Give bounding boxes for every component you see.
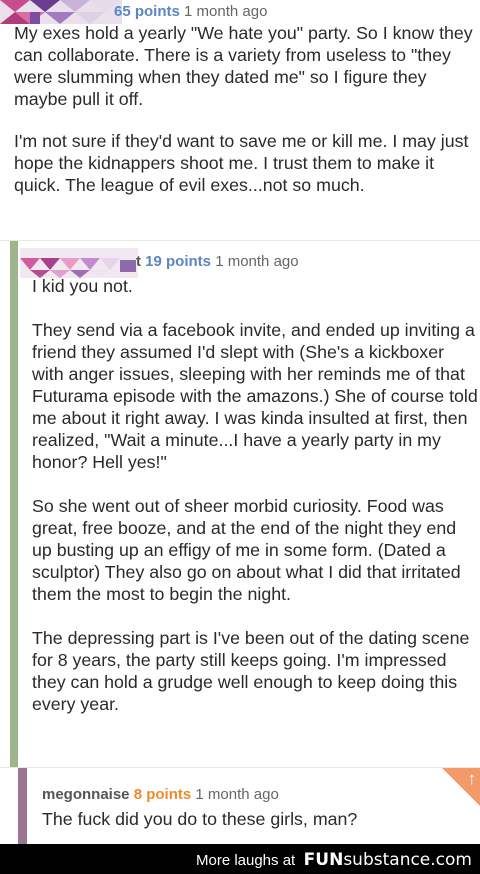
thread-indent-bar xyxy=(18,768,27,845)
comment-3: megonnaise 8 points 1 month ago The fuck… xyxy=(0,767,480,845)
watermark-footer: More laughs at FUNsubstance.com xyxy=(0,844,480,874)
points: 19 points xyxy=(145,253,212,270)
timestamp: 1 month ago xyxy=(195,786,279,803)
comment-meta: 65 points 1 month ago xyxy=(114,3,267,20)
comment-paragraph: I kid you not. xyxy=(32,276,133,296)
username[interactable]: t xyxy=(136,253,141,270)
comment-2: t 19 points 1 month ago I kid you not. T… xyxy=(0,240,480,768)
comment-paragraph: My exes hold a yearly "We hate you" part… xyxy=(14,23,473,109)
timestamp: 1 month ago xyxy=(184,3,268,20)
comment-paragraph: I'm not sure if they'd want to save me o… xyxy=(14,131,469,195)
funsubstance-logo: FUNsubstance.com xyxy=(303,850,472,870)
points: 8 points xyxy=(133,786,192,803)
comment-paragraph: The depressing part is I've been out of … xyxy=(32,628,470,714)
username[interactable]: megonnaise xyxy=(42,786,130,803)
points: 65 points xyxy=(114,3,180,20)
comment-1: 65 points 1 month ago My exes hold a yea… xyxy=(0,0,480,240)
footer-text: More laughs at xyxy=(195,852,296,869)
comment-body: I kid you not. They send via a facebook … xyxy=(32,275,478,737)
comment-paragraph: They send via a facebook invite, and end… xyxy=(32,320,478,472)
thread-indent-bar xyxy=(10,241,18,768)
upvote-arrow-icon[interactable]: ↑ xyxy=(468,769,477,789)
comment-meta: t 19 points 1 month ago xyxy=(136,253,299,270)
censored-username-pixelation xyxy=(0,0,122,24)
censored-username-pixelation xyxy=(20,248,138,278)
comment-meta: megonnaise 8 points 1 month ago xyxy=(42,786,279,803)
comment-paragraph: So she went out of sheer morbid curiosit… xyxy=(32,496,461,604)
timestamp: 1 month ago xyxy=(215,253,299,270)
comment-body: My exes hold a yearly "We hate you" part… xyxy=(14,22,476,216)
comment-body: The fuck did you do to these girls, man? xyxy=(42,809,358,829)
